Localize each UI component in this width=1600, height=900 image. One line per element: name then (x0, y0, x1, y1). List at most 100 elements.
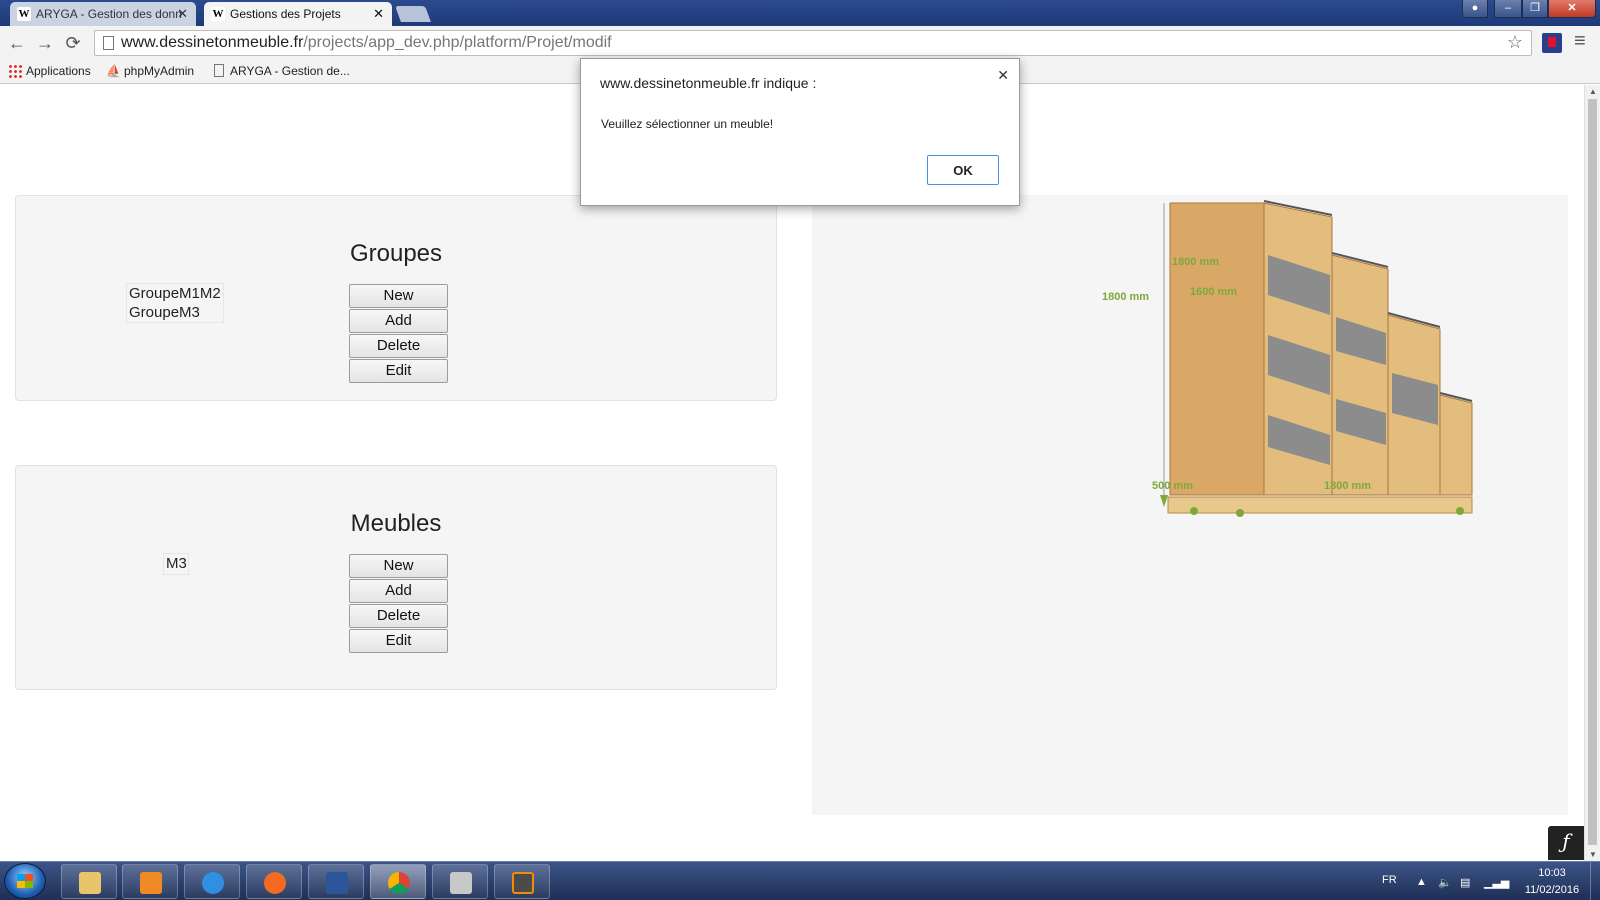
meubles-delete-button[interactable]: Delete (349, 604, 448, 628)
list-item[interactable]: M3 (164, 554, 188, 573)
meubles-listbox[interactable]: M3 (163, 553, 189, 575)
dimension-marker (1190, 507, 1198, 515)
network-icon[interactable]: ▤ (1460, 876, 1470, 889)
dimension-label: 1800 mm (1172, 256, 1219, 268)
bookmark-applications[interactable]: Applications (8, 63, 91, 79)
phpmyadmin-icon: ⛵ (106, 64, 121, 78)
tab-close-icon[interactable]: ✕ (177, 2, 188, 26)
alert-dialog: www.dessinetonmeuble.fr indique : ✕ Veui… (580, 58, 1020, 206)
list-item[interactable]: GroupeM3 (127, 303, 223, 322)
tab-title: ARYGA - Gestion des donn (36, 7, 182, 21)
tab-close-icon[interactable]: ✕ (373, 2, 384, 26)
dimension-label: 1800 mm (1324, 480, 1371, 492)
furniture-column-4 (1439, 394, 1473, 496)
dialog-message: Veuillez sélectionner un meuble! (601, 117, 774, 131)
dimension-label: 1800 mm (1102, 291, 1149, 303)
document-icon (214, 64, 224, 77)
furniture-column-2 (1331, 254, 1389, 496)
internet-explorer-icon (202, 872, 224, 894)
taskbar-internet-explorer[interactable] (184, 864, 240, 899)
meubles-panel: Meubles M3 New Add Delete Edit (15, 465, 777, 690)
back-arrow-icon[interactable]: ← (6, 32, 28, 54)
furniture-base (1167, 496, 1473, 514)
signal-icon[interactable]: ▁▃▅ (1484, 876, 1509, 889)
taskbar-sublime-text[interactable] (494, 864, 550, 899)
meubles-title: Meubles (350, 510, 442, 537)
furniture-3d-preview[interactable]: 1800 mm 1600 mm 1800 mm 500 mm 1800 mm (812, 195, 1568, 815)
word-favicon-icon: W (17, 7, 31, 21)
menu-icon[interactable]: ≡ (1574, 30, 1586, 53)
extension-icon[interactable] (1542, 33, 1562, 53)
language-indicator[interactable]: FR (1382, 874, 1397, 886)
url-text: www.dessinetonmeuble.fr/projects/app_dev… (121, 34, 612, 52)
user-profile-icon[interactable]: ● (1462, 0, 1488, 18)
groupes-edit-button[interactable]: Edit (349, 359, 448, 383)
browser-toolbar: ← → ⟳ www.dessinetonmeuble.fr/projects/a… (0, 26, 1600, 60)
dimension-marker (1236, 509, 1244, 517)
groupes-listbox[interactable]: GroupeM1M2 GroupeM3 (126, 283, 224, 323)
taskbar-firefox[interactable] (246, 864, 302, 899)
scroll-up-icon[interactable]: ▲ (1589, 87, 1597, 96)
scroll-down-icon[interactable]: ▼ (1589, 850, 1597, 859)
bookmark-label: Applications (26, 64, 91, 78)
browser-tab-bar: W ARYGA - Gestion des donn ✕ W Gestions … (0, 0, 1600, 26)
list-item[interactable]: GroupeM1M2 (127, 284, 223, 303)
furniture-preview-panel[interactable]: 1800 mm 1600 mm 1800 mm 500 mm 1800 mm (812, 195, 1568, 815)
dialog-close-icon[interactable]: ✕ (997, 67, 1009, 84)
maximize-icon[interactable]: ❐ (1522, 0, 1548, 18)
groupes-add-button[interactable]: Add (349, 309, 448, 333)
tab-title: Gestions des Projets (230, 7, 341, 21)
meubles-add-button[interactable]: Add (349, 579, 448, 603)
bookmark-label: ARYGA - Gestion de... (230, 64, 350, 78)
symfony-toolbar-icon[interactable] (1548, 826, 1584, 860)
new-tab-button[interactable] (395, 6, 431, 22)
url-host: www.dessinetonmeuble.fr (121, 34, 304, 51)
window-close-icon[interactable]: ✕ (1548, 0, 1596, 18)
word-icon (326, 872, 348, 894)
volume-icon[interactable]: 🔈 (1438, 876, 1452, 889)
windows-taskbar: FR ▲ 🔈 ▤ ▁▃▅ 10:03 11/02/2016 (0, 861, 1600, 900)
bookmark-star-icon[interactable]: ☆ (1507, 32, 1523, 53)
minimize-icon[interactable]: – (1494, 0, 1522, 18)
dimension-marker (1456, 507, 1464, 515)
meubles-edit-button[interactable]: Edit (349, 629, 448, 653)
start-button[interactable] (4, 863, 46, 899)
sublime-text-icon (512, 872, 534, 894)
groupes-panel: Groupes GroupeM1M2 GroupeM3 New Add Dele… (15, 195, 777, 401)
tab-aryga[interactable]: W ARYGA - Gestion des donn ✕ (10, 2, 196, 26)
groupes-new-button[interactable]: New (349, 284, 448, 308)
forward-arrow-icon[interactable]: → (34, 32, 56, 54)
address-bar[interactable]: www.dessinetonmeuble.fr/projects/app_dev… (94, 30, 1532, 56)
groupes-delete-button[interactable]: Delete (349, 334, 448, 358)
clock-date[interactable]: 11/02/2016 (1518, 884, 1586, 896)
reload-icon[interactable]: ⟳ (62, 32, 84, 54)
apps-grid-icon (8, 64, 22, 78)
tab-gestions-projets[interactable]: W Gestions des Projets ✕ (204, 2, 392, 26)
taskbar-chrome[interactable] (370, 864, 426, 899)
clock-time[interactable]: 10:03 (1522, 867, 1582, 879)
show-desktop-button[interactable] (1590, 862, 1600, 900)
url-path: /projects/app_dev.php/platform/Projet/mo… (303, 34, 612, 51)
folder-icon (79, 872, 101, 894)
taskbar-app[interactable] (432, 864, 488, 899)
bookmark-label: phpMyAdmin (124, 64, 195, 78)
dimension-marker (1160, 495, 1168, 507)
app-icon (450, 872, 472, 894)
taskbar-media-player[interactable] (122, 864, 178, 899)
bookmark-phpmyadmin[interactable]: ⛵ phpMyAdmin (106, 63, 194, 79)
groupes-title: Groupes (349, 240, 443, 267)
page-scrollbar[interactable]: ▲ ▼ (1584, 85, 1600, 861)
bookmark-aryga[interactable]: ARYGA - Gestion de... (212, 63, 350, 79)
taskbar-word[interactable] (308, 864, 364, 899)
tray-expand-icon[interactable]: ▲ (1416, 876, 1427, 888)
scroll-thumb[interactable] (1588, 99, 1597, 845)
media-player-icon (140, 872, 162, 894)
system-tray: FR ▲ 🔈 ▤ ▁▃▅ 10:03 11/02/2016 (1370, 862, 1600, 900)
word-favicon-icon: W (211, 7, 225, 21)
chrome-icon (388, 872, 410, 894)
meubles-new-button[interactable]: New (349, 554, 448, 578)
dimension-label: 500 mm (1152, 480, 1193, 492)
page-icon (103, 36, 114, 50)
taskbar-file-explorer[interactable] (61, 864, 117, 899)
dialog-ok-button[interactable]: OK (927, 155, 999, 185)
